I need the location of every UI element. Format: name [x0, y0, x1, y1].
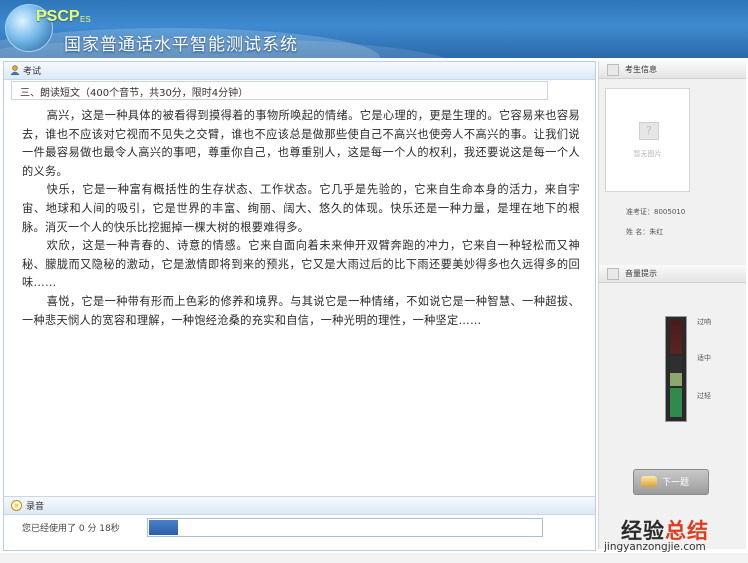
volume-zone-normal-fill — [670, 373, 682, 386]
passage-paragraph: 高兴，这是一种具体的被看得到摸得着的事物所唤起的情绪。它是心理的，更是生理的。它… — [22, 109, 580, 178]
arrow-right-icon — [641, 476, 657, 487]
photo-placeholder-text: 暂无图片 — [633, 150, 662, 158]
watermark-url: jingyanzongjie.com — [604, 541, 706, 553]
recording-progress-fill — [149, 520, 178, 535]
candidate-name: 姓 名：朱红 — [626, 228, 664, 236]
record-icon — [11, 500, 22, 511]
time-used-text: 您已经使用了 0 分 18秒 — [22, 524, 120, 534]
volume-meter — [665, 316, 687, 422]
volume-header: 音量提示 — [599, 265, 746, 283]
logo-text: PSCP — [36, 8, 80, 25]
info-icon — [607, 64, 619, 76]
exam-id: 准考证：8005010 — [626, 208, 686, 216]
volume-icon — [607, 268, 619, 280]
volume-label-loud: 过响 — [697, 318, 711, 326]
app-header: PSCP ES 国家普通话水平智能测试系统 — [0, 0, 748, 58]
app-title: 国家普通话水平智能测试系统 — [64, 35, 298, 55]
recording-bar: 录音 — [4, 496, 595, 515]
next-question-button[interactable]: 下一题 — [633, 469, 709, 495]
volume-title: 音量提示 — [625, 269, 657, 278]
section-header: 三、朗读短文（400个音节，共30分，限时4分钟） — [11, 81, 548, 100]
watermark-part1: 经验 — [621, 519, 665, 543]
candidate-photo: ? 暂无图片 — [605, 88, 690, 192]
passage-paragraph: 喜悦，它是一种带有形而上色彩的修养和境界。与其说它是一种情绪，不如说它是一种智慧… — [22, 294, 580, 327]
passage-paragraph: 欢欣，这是一种青春的、诗意的情感。它来自面向着未来伸开双臂奔跑的冲力，它来自一种… — [22, 239, 580, 290]
section-title: 三、朗读短文（400个音节，共30分，限时4分钟） — [20, 88, 249, 99]
watermark-part2: 总结 — [665, 519, 709, 543]
reading-passage: 高兴，这是一种具体的被看得到摸得着的事物所唤起的情绪。它是心理的，更是生理的。它… — [22, 107, 580, 330]
logo-subscript: ES — [80, 15, 91, 24]
candidate-info-header: 考生信息 — [599, 61, 746, 79]
footer-strip — [0, 553, 748, 563]
exam-panel-title: 考试 — [23, 67, 42, 77]
volume-zone-loud — [670, 320, 682, 354]
sidebar: 考生信息 ? 暂无图片 准考证：8005010 姓 名：朱红 音量提示 过响 适… — [598, 61, 746, 549]
volume-label-quiet: 过轻 — [697, 392, 711, 400]
volume-zone-quiet — [670, 388, 682, 417]
next-question-label: 下一题 — [662, 478, 690, 488]
recording-progress-bar — [147, 518, 543, 537]
exam-panel-header: 考试 — [4, 62, 595, 80]
person-icon — [10, 65, 20, 75]
candidate-info-title: 考生信息 — [625, 65, 657, 74]
passage-paragraph: 快乐，它是一种富有概括性的生存状态、工作状态。它几乎是先验的，它来自生命本身的活… — [22, 183, 580, 234]
image-placeholder-icon: ? — [639, 122, 659, 140]
recording-title: 录音 — [26, 502, 45, 512]
volume-label-normal: 适中 — [697, 354, 711, 362]
exam-panel: 考试 三、朗读短文（400个音节，共30分，限时4分钟） 高兴，这是一种具体的被… — [3, 61, 596, 551]
